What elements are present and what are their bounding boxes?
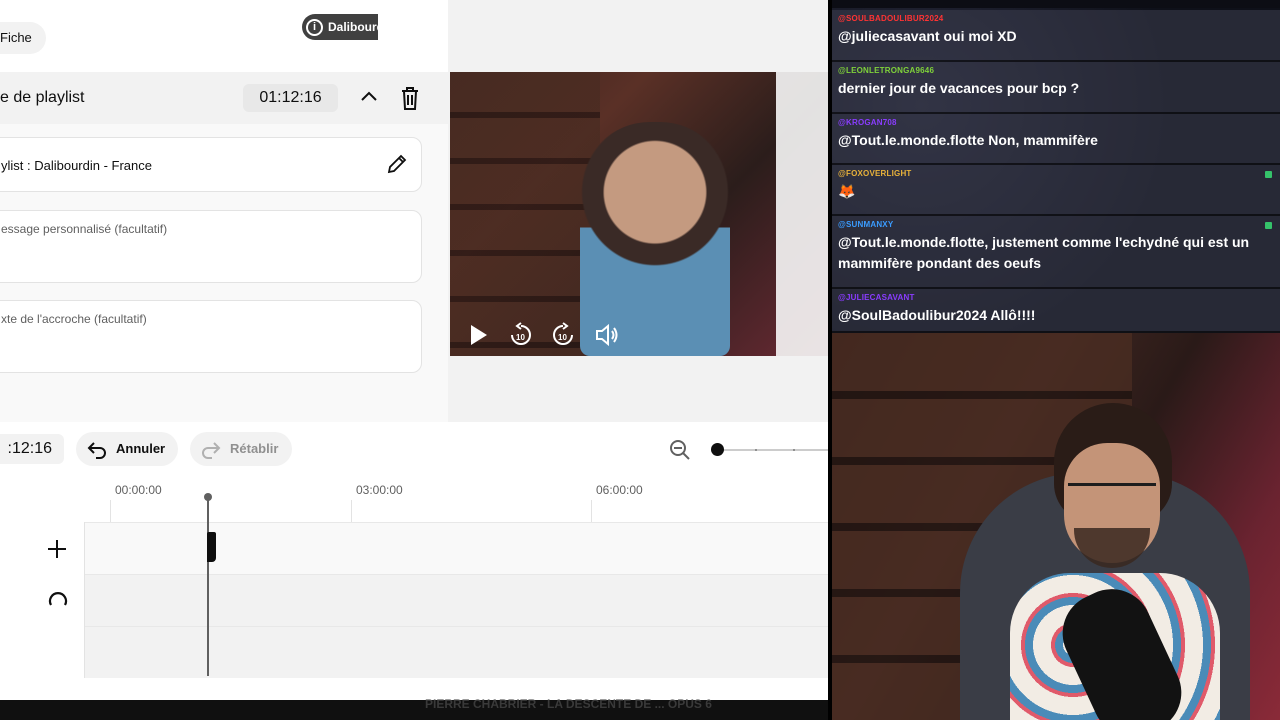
zoom-slider-step bbox=[755, 449, 757, 451]
chat-message: @SOULBADOULIBUR2024 @juliecasavant oui m… bbox=[832, 10, 1280, 62]
playhead-handle[interactable] bbox=[204, 493, 212, 501]
streamer-beard bbox=[1074, 528, 1150, 568]
chat-text: @SoulBadoulibur2024 Allô!!!! bbox=[838, 307, 1036, 323]
chat-text: @juliecasavant oui moi XD bbox=[838, 28, 1017, 44]
ruler-label: 03:00:00 bbox=[356, 483, 403, 497]
zoom-slider-track[interactable] bbox=[717, 449, 828, 451]
chat-message: @JULIECASAVANT @SoulBadoulibur2024 Allô!… bbox=[832, 289, 1280, 333]
forward-10-icon[interactable]: 10 bbox=[550, 322, 576, 348]
volume-icon[interactable] bbox=[594, 322, 620, 348]
custom-message-placeholder: essage personnalisé (facultatif) bbox=[1, 222, 168, 236]
chat-username: @SOULBADOULIBUR2024 bbox=[838, 14, 944, 23]
redo-button[interactable]: Rétablir bbox=[190, 432, 292, 466]
video-streamer bbox=[580, 122, 730, 356]
chat-message: @SUNMANXY @Tout.le.monde.flotte, justeme… bbox=[832, 216, 1280, 289]
zoom-out-icon[interactable] bbox=[668, 438, 692, 462]
bottom-caption: PIERRE CHABRIER - LA DESCENTE DE ... OPU… bbox=[425, 697, 712, 711]
chat-text: @Tout.le.monde.flotte, justement comme l… bbox=[838, 234, 1250, 271]
svg-text:10: 10 bbox=[558, 333, 567, 342]
svg-text:10: 10 bbox=[516, 333, 525, 342]
chat-message: @FOXOVERLIGHT 🦊 bbox=[832, 165, 1280, 216]
hook-text-field[interactable]: xte de l'accroche (facultatif) bbox=[0, 300, 422, 373]
screen: Fiche e de playlist 01:12:16 ylist : Dal… bbox=[0, 0, 1280, 720]
loading-spinner-icon bbox=[48, 592, 68, 606]
ruler-label: 06:00:00 bbox=[596, 483, 643, 497]
fiche-tab[interactable]: Fiche bbox=[0, 22, 46, 54]
video-chat-overlay bbox=[776, 72, 828, 356]
chat-message: @LEONLETRONGA9646 dernier jour de vacanc… bbox=[832, 62, 1280, 114]
subscriber-badge-icon bbox=[1265, 222, 1272, 229]
zoom-slider-knob[interactable] bbox=[711, 443, 724, 456]
info-icon: i bbox=[306, 19, 323, 36]
undo-icon bbox=[87, 442, 106, 459]
zoom-slider-step bbox=[793, 449, 795, 451]
subscriber-badge-icon bbox=[1265, 171, 1272, 178]
plus-icon[interactable] bbox=[46, 538, 68, 560]
timeline-track[interactable] bbox=[85, 626, 828, 678]
undo-button[interactable]: Annuler bbox=[76, 432, 178, 466]
playhead[interactable] bbox=[207, 496, 209, 676]
playlist-field-value: ylist : Dalibourdin - France bbox=[1, 158, 152, 173]
rewind-10-icon[interactable]: 10 bbox=[508, 322, 534, 348]
chat-username: @JULIECASAVANT bbox=[838, 293, 915, 302]
video-shelf-background bbox=[450, 72, 600, 356]
playlist-field[interactable]: ylist : Dalibourdin - France bbox=[0, 137, 422, 192]
chat-username: @SUNMANXY bbox=[838, 220, 894, 229]
pencil-icon[interactable] bbox=[386, 153, 408, 175]
ruler-label: 00:00:00 bbox=[115, 483, 162, 497]
chat-text: 🦊 bbox=[838, 183, 856, 199]
ruler-tick bbox=[351, 500, 352, 522]
timeline-marker[interactable] bbox=[207, 532, 216, 562]
play-icon[interactable] bbox=[468, 322, 490, 348]
chat-username: @FOXOVERLIGHT bbox=[838, 169, 912, 178]
video-preview[interactable] bbox=[450, 72, 828, 356]
webcam-feed bbox=[832, 333, 1280, 720]
playlist-panel-title: e de playlist bbox=[0, 89, 85, 106]
trash-icon[interactable] bbox=[398, 85, 422, 111]
chat-username: @LEONLETRONGA9646 bbox=[838, 66, 935, 75]
fiche-label: Fiche bbox=[0, 30, 32, 45]
ruler-tick bbox=[110, 500, 111, 522]
chevron-up-icon[interactable] bbox=[358, 86, 380, 108]
streamer-glasses bbox=[1068, 483, 1156, 505]
undo-label: Annuler bbox=[116, 441, 166, 456]
chat-message: @KROGAN708 @Tout.le.monde.flotte Non, ma… bbox=[832, 114, 1280, 165]
track-controls bbox=[0, 522, 85, 678]
chat-text: @Tout.le.monde.flotte Non, mammifère bbox=[838, 132, 1098, 148]
chat-username: @KROGAN708 bbox=[838, 118, 897, 127]
custom-message-field[interactable]: essage personnalisé (facultatif) bbox=[0, 210, 422, 283]
redo-label: Rétablir bbox=[230, 441, 279, 456]
chat-text: dernier jour de vacances pour bcp ? bbox=[838, 80, 1080, 96]
timeline-track[interactable] bbox=[85, 574, 828, 626]
redo-icon bbox=[202, 442, 221, 459]
timeline-track[interactable] bbox=[85, 522, 828, 574]
hook-text-placeholder: xte de l'accroche (facultatif) bbox=[1, 312, 147, 326]
ruler-tick bbox=[591, 500, 592, 522]
playlist-time-field[interactable]: 01:12:16 bbox=[243, 84, 338, 112]
timeline-time-field[interactable]: :12:16 bbox=[0, 434, 64, 464]
